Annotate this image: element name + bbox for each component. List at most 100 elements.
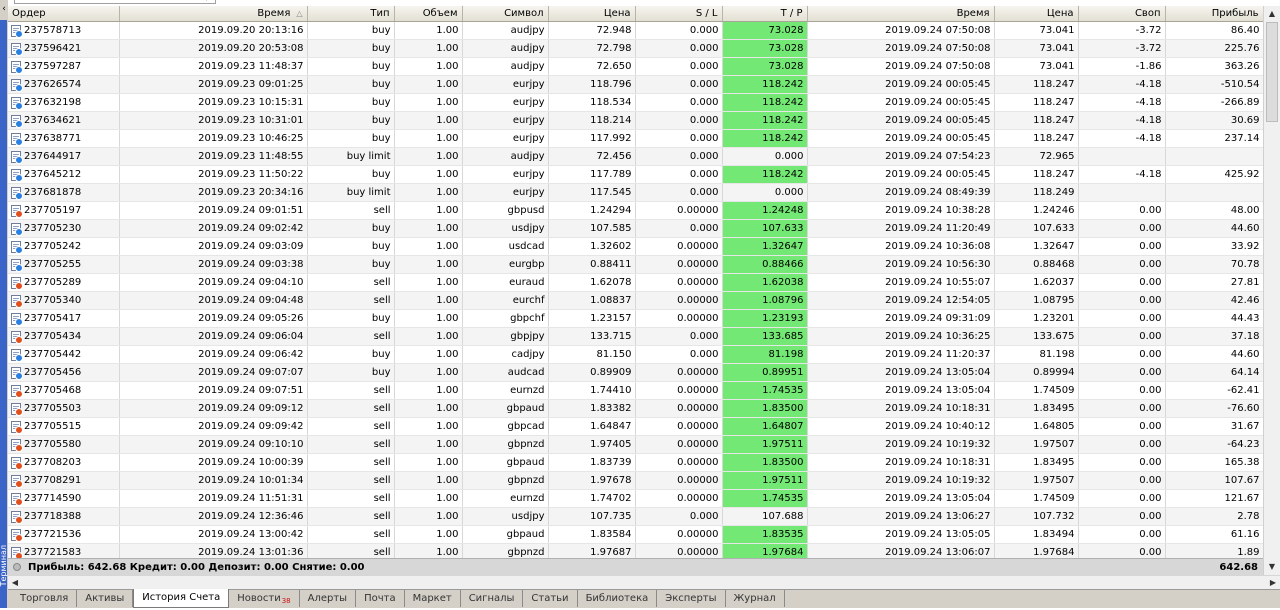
table-row[interactable]: 237714590 2019.09.24 11:51:31 sell 1.00 eurn… xyxy=(8,489,1263,508)
sell-order-icon xyxy=(11,546,23,558)
table-row[interactable]: 237644917 2019.09.23 11:48:55 buy limit 1.0… xyxy=(8,147,1263,166)
tab-8[interactable]: Сигналы xyxy=(461,590,524,607)
tab-label: Журнал xyxy=(733,593,776,604)
table-row[interactable]: 237718388 2019.09.24 12:36:46 sell 1.00 usdj… xyxy=(8,507,1263,526)
table-row[interactable]: 237705442 2019.09.24 09:06:42 buy 1.00 cadjp… xyxy=(8,345,1263,364)
cell-close-price: 1.32647 xyxy=(994,237,1079,256)
top-field[interactable] xyxy=(14,0,216,4)
column-header-tp[interactable]: T / P xyxy=(722,6,808,22)
table-row[interactable]: 237632198 2019.09.23 10:15:31 buy 1.00 eurjp… xyxy=(8,93,1263,112)
cell-type: buy limit xyxy=(307,183,395,202)
order-number: 237705242 xyxy=(24,241,82,252)
buy-order-icon xyxy=(11,42,23,56)
cell-type: buy xyxy=(307,345,395,364)
cell-sl: 0.00000 xyxy=(635,435,723,454)
summary-icon xyxy=(13,563,21,571)
tab-7[interactable]: Маркет xyxy=(405,590,461,607)
summary-text: Прибыль: 642.68 Кредит: 0.00 Депозит: 0.… xyxy=(28,562,365,573)
order-number: 237718388 xyxy=(24,511,82,522)
horizontal-scrollbar[interactable]: ◀ ▶ xyxy=(8,575,1280,590)
table-row[interactable]: 237705468 2019.09.24 09:07:51 sell 1.00 eurn… xyxy=(8,381,1263,400)
cell-tp: 1.62038 xyxy=(722,273,808,292)
cell-symbol: eurjpy xyxy=(462,111,549,130)
table-row[interactable]: 237705515 2019.09.24 09:09:42 sell 1.00 gbpc… xyxy=(8,417,1263,436)
table-row[interactable]: 237705434 2019.09.24 09:06:04 sell 1.00 gbpj… xyxy=(8,327,1263,346)
table-row[interactable]: 237705340 2019.09.24 09:04:48 sell 1.00 eurc… xyxy=(8,291,1263,310)
column-header-profit[interactable]: Прибыль xyxy=(1165,6,1263,22)
order-number: 237708291 xyxy=(24,475,82,486)
column-header-time[interactable]: Время △ xyxy=(119,6,308,22)
table-row[interactable]: 237708291 2019.09.24 10:01:34 sell 1.00 gbpn… xyxy=(8,471,1263,490)
column-header-price[interactable]: Цена xyxy=(548,6,636,22)
column-header-type[interactable]: Тип xyxy=(307,6,395,22)
tab-3[interactable]: История Счета xyxy=(133,589,230,608)
tab-4[interactable]: Новости38 xyxy=(229,590,300,607)
cell-order: 237705255 xyxy=(8,255,120,274)
cell-time: 2019.09.24 09:07:51 xyxy=(119,381,308,400)
scroll-thumb[interactable] xyxy=(1266,22,1278,122)
column-header-order[interactable]: Ордер xyxy=(8,6,120,22)
cell-order: 237705503 xyxy=(8,399,120,418)
table-row[interactable]: 237721536 2019.09.24 13:00:42 sell 1.00 gbpa… xyxy=(8,525,1263,544)
table-row[interactable]: 237705417 2019.09.24 09:05:26 buy 1.00 gbpch… xyxy=(8,309,1263,328)
cell-symbol: audjpy xyxy=(462,147,549,166)
table-row[interactable]: 237705289 2019.09.24 09:04:10 sell 1.00 eura… xyxy=(8,273,1263,292)
table-row[interactable]: 237721583 2019.09.24 13:01:36 sell 1.00 gbpn… xyxy=(8,543,1263,558)
table-row[interactable]: 237578713 2019.09.20 20:13:16 buy 1.00 audjp… xyxy=(8,21,1263,40)
tab-2[interactable]: Активы xyxy=(77,590,134,607)
cell-type: sell xyxy=(307,381,395,400)
tab-11[interactable]: Эксперты xyxy=(657,590,726,607)
column-header-symbol[interactable]: Символ xyxy=(462,6,549,22)
tab-10[interactable]: Библиотека xyxy=(578,590,658,607)
cell-time: 2019.09.24 09:10:10 xyxy=(119,435,308,454)
vertical-scrollbar[interactable]: ▲ ▼ xyxy=(1263,6,1280,575)
table-row[interactable]: 237596421 2019.09.20 20:53:08 buy 1.00 audjp… xyxy=(8,39,1263,58)
column-header-close-time[interactable]: Время xyxy=(807,6,995,22)
table-row[interactable]: 237705255 2019.09.24 09:03:38 buy 1.00 eurgb… xyxy=(8,255,1263,274)
column-header-sl[interactable]: S / L xyxy=(635,6,723,22)
table-row[interactable]: 237638771 2019.09.23 10:46:25 buy 1.00 eurjp… xyxy=(8,129,1263,148)
cell-symbol: cadjpy xyxy=(462,345,549,364)
tab-1[interactable]: Торговля xyxy=(12,590,78,607)
table-row[interactable]: 237645212 2019.09.23 11:50:22 buy 1.00 eurjp… xyxy=(8,165,1263,184)
cell-order: 237705442 xyxy=(8,345,120,364)
scroll-up-icon[interactable]: ▲ xyxy=(1264,6,1280,22)
tab-5[interactable]: Алерты xyxy=(300,590,357,607)
cell-volume: 1.00 xyxy=(394,57,463,76)
table-row[interactable]: 237705242 2019.09.24 09:03:09 buy 1.00 usdca… xyxy=(8,237,1263,256)
table-row[interactable]: 237705456 2019.09.24 09:07:07 buy 1.00 audca… xyxy=(8,363,1263,382)
cell-profit: 70.78 xyxy=(1165,255,1263,274)
column-header-swap[interactable]: Своп xyxy=(1078,6,1166,22)
scroll-right-icon[interactable]: ▶ xyxy=(1266,576,1280,590)
cell-sl: 0.00000 xyxy=(635,201,723,220)
cell-close-price: 73.041 xyxy=(994,21,1079,40)
column-header-close-price[interactable]: Цена xyxy=(994,6,1079,22)
table-row[interactable]: 237634621 2019.09.23 10:31:01 buy 1.00 eurjp… xyxy=(8,111,1263,130)
table-row[interactable]: 237705197 2019.09.24 09:01:51 sell 1.00 gbpu… xyxy=(8,201,1263,220)
order-number: 237721583 xyxy=(24,547,82,558)
cell-order: 237681878 xyxy=(8,183,120,202)
scroll-down-icon[interactable]: ▼ xyxy=(1264,559,1280,575)
table-row[interactable]: 237705230 2019.09.24 09:02:42 buy 1.00 usdjp… xyxy=(8,219,1263,238)
tab-9[interactable]: Статьи xyxy=(523,590,578,607)
tab-6[interactable]: Почта xyxy=(356,590,405,607)
table-row[interactable]: 237626574 2019.09.23 09:01:25 buy 1.00 eurjp… xyxy=(8,75,1263,94)
cell-tp: 1.64807 xyxy=(722,417,808,436)
table-row[interactable]: 237681878 2019.09.23 20:34:16 buy limit 1.0… xyxy=(8,183,1263,202)
scroll-left-icon[interactable]: ◀ xyxy=(8,576,22,590)
table-row[interactable]: 237705580 2019.09.24 09:10:10 sell 1.00 gbpn… xyxy=(8,435,1263,454)
table-row[interactable]: 237708203 2019.09.24 10:00:39 sell 1.00 gbpa… xyxy=(8,453,1263,472)
column-header-label: Время xyxy=(257,8,291,19)
collapse-arrow-icon[interactable]: ‹ xyxy=(0,3,8,15)
cell-order: 237714590 xyxy=(8,489,120,508)
table-row[interactable]: 237705503 2019.09.24 09:09:12 sell 1.00 gbpa… xyxy=(8,399,1263,418)
column-header-volume[interactable]: Объем xyxy=(394,6,463,22)
cell-symbol: audcad xyxy=(462,363,549,382)
tab-12[interactable]: Журнал xyxy=(726,590,785,607)
cell-close-price: 1.24246 xyxy=(994,201,1079,220)
cell-symbol: eurjpy xyxy=(462,183,549,202)
top-field-dropdown-icon[interactable]: ▼ xyxy=(204,0,214,2)
cell-tp: 118.242 xyxy=(722,165,808,184)
cell-close-price: 1.23201 xyxy=(994,309,1079,328)
table-row[interactable]: 237597287 2019.09.23 11:48:37 buy 1.00 audjp… xyxy=(8,57,1263,76)
